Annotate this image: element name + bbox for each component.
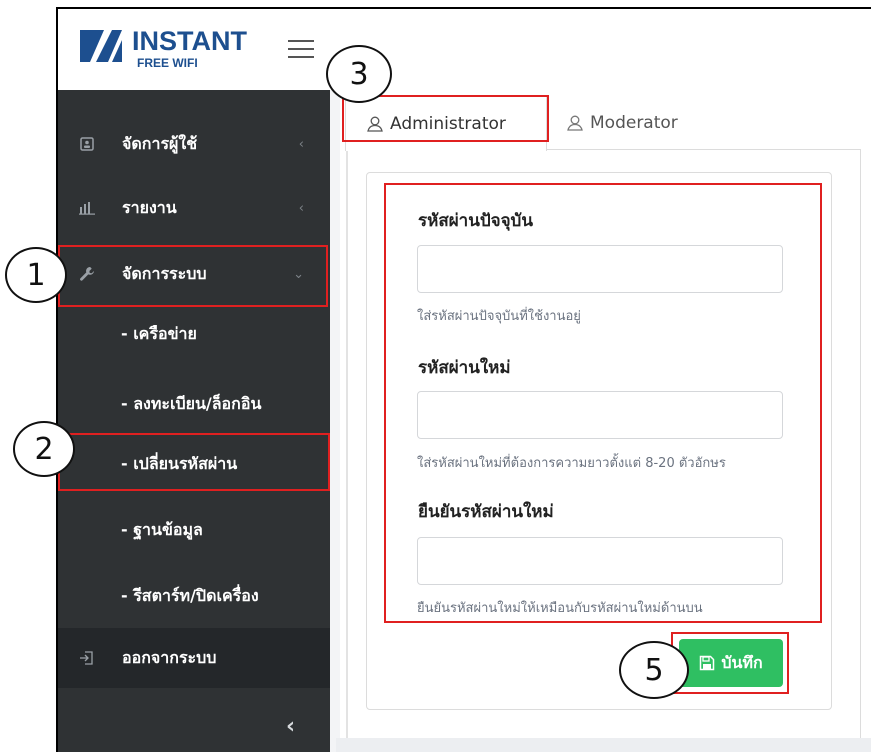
submenu-label: - ลงทะเบียน/ล็อกอิน: [121, 393, 262, 413]
submenu-item-login[interactable]: - ลงทะเบียน/ล็อกอิน: [58, 374, 330, 434]
logo-subtitle: FREE WIFI: [137, 56, 198, 70]
sidebar-item-label: จัดการผู้ใช้: [122, 133, 198, 153]
annotation-highlight-change-password: [58, 433, 330, 491]
annotation-step-3: 3: [326, 45, 392, 103]
user-icon: [566, 114, 584, 132]
collapse-sidebar-icon[interactable]: ‹: [286, 714, 295, 739]
sidebar-item-label: รายงาน: [122, 197, 177, 217]
instant-wifi-logo-icon: INSTANT FREE WIFI: [80, 26, 247, 70]
annotation-highlight-system-menu: [58, 245, 328, 307]
submenu-item-database[interactable]: - ฐานข้อมูล: [58, 500, 330, 560]
main-left-gutter: [330, 90, 340, 752]
tab-pane-border-right: [860, 149, 861, 749]
tab-moderator[interactable]: Moderator: [566, 96, 766, 150]
tab-pane-border: [346, 145, 348, 745]
hamburger-menu-icon[interactable]: [288, 40, 314, 60]
footer-strip: [336, 738, 871, 752]
logout-icon: [78, 649, 96, 667]
annotation-highlight-save-button: [671, 632, 789, 694]
logout-label: ออกจากระบบ: [122, 647, 217, 667]
annotation-step-5: 5: [619, 641, 689, 699]
chevron-left-icon: ‹: [298, 200, 304, 216]
annotation-highlight-password-form: [384, 183, 822, 623]
annotation-step-2: 2: [13, 421, 75, 477]
id-card-icon: [78, 135, 96, 153]
logout-button[interactable]: ออกจากระบบ: [58, 628, 330, 688]
tab-label: Moderator: [590, 113, 678, 133]
app-logo[interactable]: INSTANT FREE WIFI: [78, 22, 258, 72]
sidebar-item-reports[interactable]: รายงาน ‹: [58, 178, 330, 238]
annotation-highlight-admin-tab: [342, 95, 549, 142]
submenu-item-network[interactable]: - เครือข่าย: [58, 304, 330, 364]
bar-chart-icon: [78, 199, 96, 217]
sidebar-item-users[interactable]: จัดการผู้ใช้ ‹: [58, 114, 330, 174]
submenu-label: - เครือข่าย: [121, 323, 197, 343]
submenu-label: - ฐานข้อมูล: [121, 519, 203, 539]
submenu-item-restart[interactable]: - รีสตาร์ท/ปิดเครื่อง: [58, 566, 330, 626]
logo-word: INSTANT: [132, 26, 247, 56]
chevron-left-icon: ‹: [298, 136, 304, 152]
submenu-label: - รีสตาร์ท/ปิดเครื่อง: [121, 585, 259, 605]
annotation-step-1: 1: [5, 247, 67, 303]
